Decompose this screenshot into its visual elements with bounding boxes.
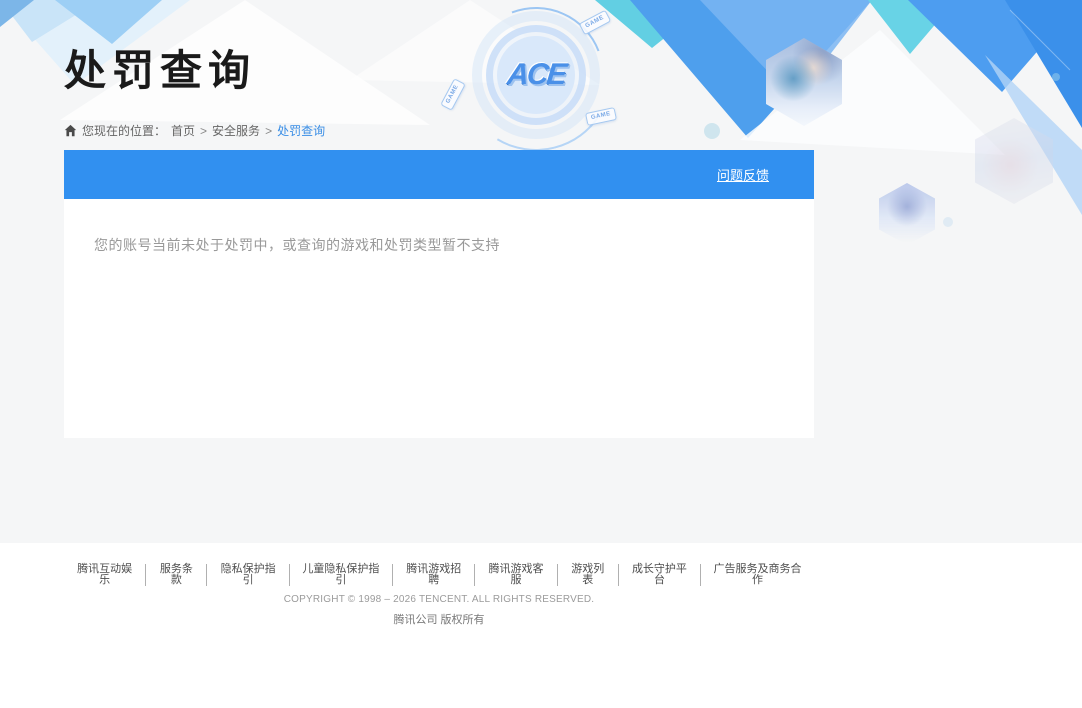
breadcrumb-prefix: 您现在的位置： [82,122,166,139]
home-icon [64,124,77,137]
footer-link[interactable]: 隐私保护指引 [207,564,289,586]
breadcrumb-item-home[interactable]: 首页 [171,122,195,139]
footer-link[interactable]: 成长守护平台 [619,564,701,586]
card-header-bar: 问题反馈 [64,150,814,199]
footer-link[interactable]: 儿童隐私保护指引 [290,564,393,586]
card-body: 您的账号当前未处于处罚中，或查询的游戏和处罚类型暂不支持 [64,199,814,438]
footer-link[interactable]: 广告服务及商务合作 [701,564,814,586]
result-message: 您的账号当前未处于处罚中，或查询的游戏和处罚类型暂不支持 [94,235,784,255]
breadcrumb-item-security-services[interactable]: 安全服务 [212,122,260,139]
footer-link[interactable]: 腾讯互动娱乐 [64,564,146,586]
footer-link[interactable]: 游戏列表 [558,564,619,586]
page-title: 处罚查询 [64,48,814,94]
page-footer: 腾讯互动娱乐 服务条款 隐私保护指引 儿童隐私保护指引 腾讯游戏招聘 腾讯游戏客… [64,543,814,627]
footer-link[interactable]: 服务条款 [146,564,207,586]
breadcrumb-separator: > [200,124,207,138]
breadcrumb: 您现在的位置： 首页 > 安全服务 > 处罚查询 [64,122,814,139]
hero-section: ACE GAME GAME GAME 处罚查询 您现在的位置： 首页 > 安全服… [0,0,1082,543]
footer-link[interactable]: 腾讯游戏招聘 [393,564,475,586]
footer-links: 腾讯互动娱乐 服务条款 隐私保护指引 儿童隐私保护指引 腾讯游戏招聘 腾讯游戏客… [64,564,814,586]
footer-link[interactable]: 腾讯游戏客服 [475,564,557,586]
query-result-card: 问题反馈 您的账号当前未处于处罚中，或查询的游戏和处罚类型暂不支持 [64,150,814,438]
copyright-text: COPYRIGHT © 1998 – 2026 TENCENT. ALL RIG… [64,594,814,605]
feedback-link[interactable]: 问题反馈 [717,165,769,184]
company-text: 腾讯公司 版权所有 [64,611,814,627]
breadcrumb-separator: > [265,124,272,138]
breadcrumb-item-current[interactable]: 处罚查询 [277,122,325,139]
